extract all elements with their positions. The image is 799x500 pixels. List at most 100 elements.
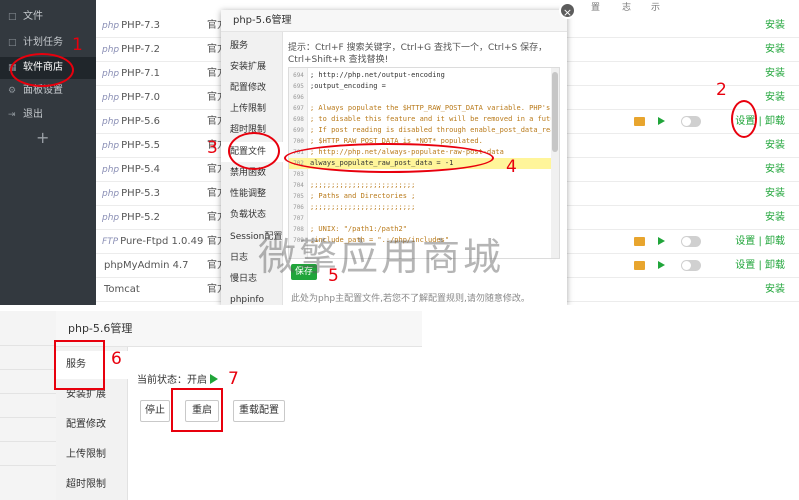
- code-line: 699; If post reading is disabled through…: [293, 126, 551, 134]
- editor-scrollbar[interactable]: [551, 68, 559, 258]
- php-logo-icon: php: [102, 165, 120, 175]
- annotation-circle-1: [10, 53, 74, 87]
- code-line: 707: [293, 215, 304, 222]
- software-name: php PHP-5.5: [102, 140, 161, 151]
- software-name: php PHP-7.3: [102, 20, 161, 31]
- software-name: php PHP-5.6: [102, 116, 161, 127]
- annotation-number-2: 2: [716, 80, 727, 100]
- install-link[interactable]: 安装: [765, 86, 785, 110]
- install-link[interactable]: 安装: [765, 206, 785, 230]
- column-header: 示: [651, 3, 661, 13]
- modal-nav-performance[interactable]: 性能调整: [221, 184, 283, 204]
- bottom-panel-screenshot: php-5.6管理 服务 安装扩展 配置修改 上传限制 超时限制 当前状态：开启…: [0, 311, 422, 500]
- php-logo-icon: php: [102, 21, 120, 31]
- modal-nav-config-modify[interactable]: 配置修改: [56, 411, 128, 439]
- modal-nav-upload-limit[interactable]: 上传限制: [221, 99, 283, 119]
- install-link[interactable]: 安装: [765, 38, 785, 62]
- install-link[interactable]: 安装: [765, 62, 785, 86]
- background-strip: [0, 311, 56, 500]
- play-icon[interactable]: [658, 261, 665, 269]
- service-status: 当前状态：开启: [137, 371, 218, 386]
- annotation-ellipse-4: [284, 143, 494, 173]
- php-logo-icon: php: [102, 189, 120, 199]
- logout-icon: ⇥: [8, 110, 16, 120]
- annotation-number-6: 6: [111, 349, 122, 369]
- modal-nav-phpinfo[interactable]: phpinfo: [221, 290, 283, 305]
- php-logo-icon: php: [102, 117, 120, 127]
- running-icon: [210, 374, 218, 384]
- folder-icon[interactable]: [634, 117, 645, 126]
- code-line: 695 ;output_encoding =: [293, 82, 386, 90]
- software-name: Tomcat: [104, 284, 140, 295]
- close-icon[interactable]: ×: [559, 2, 576, 19]
- row-controls: [634, 260, 734, 271]
- reload-config-button[interactable]: 重载配置: [233, 400, 285, 422]
- modal-nav-timeout-limit[interactable]: 超时限制: [56, 471, 128, 499]
- row-controls: [634, 116, 734, 127]
- annotation-number-7: 7: [228, 369, 239, 389]
- annotation-box-6: [54, 340, 105, 390]
- clock-icon: □: [8, 38, 17, 48]
- modal-title: php-5.6管理: [221, 10, 567, 32]
- software-name: php PHP-5.3: [102, 188, 161, 199]
- code-line: 696: [293, 94, 304, 101]
- annotation-number-5: 5: [328, 266, 339, 286]
- play-icon[interactable]: [658, 117, 665, 125]
- annotation-circle-2: [731, 100, 757, 138]
- install-link[interactable]: 安装: [765, 134, 785, 158]
- top-panel-screenshot: □ 文件 □ 计划任务 ▦ 软件商店 ⚙ 面板设置 ⇥ 退出 + 置 志 示 php PHP…: [0, 0, 799, 305]
- software-name: FTP Pure-Ftpd 1.0.49: [102, 236, 204, 247]
- annotation-number-3: 3: [207, 138, 218, 158]
- play-icon[interactable]: [658, 237, 665, 245]
- add-icon[interactable]: +: [36, 128, 49, 147]
- install-link[interactable]: 安装: [765, 158, 785, 182]
- annotation-number-4: 4: [506, 157, 517, 177]
- sidebar-item-logout[interactable]: ⇥ 退出: [0, 104, 96, 126]
- editor-hint: 提示：Ctrl+F 搜索关键字，Ctrl+G 查找下一个，Ctrl+S 保存，C…: [288, 43, 548, 65]
- software-name: php PHP-7.2: [102, 44, 161, 55]
- settings-uninstall-link[interactable]: 设置 | 卸载: [735, 230, 785, 254]
- folder-icon[interactable]: [634, 237, 645, 246]
- code-line: 706;;;;;;;;;;;;;;;;;;;;;;;;;: [293, 203, 416, 211]
- column-header: 志: [622, 3, 632, 13]
- php-logo-icon: php: [102, 213, 120, 223]
- folder-icon[interactable]: [634, 261, 645, 270]
- home-display-toggle[interactable]: [681, 236, 701, 247]
- code-line: 698; to disable this feature and it will…: [293, 115, 551, 123]
- modal-nav-service[interactable]: 服务: [221, 36, 283, 56]
- column-header: 置: [591, 3, 601, 13]
- screenshot: □ 文件 □ 计划任务 ▦ 软件商店 ⚙ 面板设置 ⇥ 退出 + 置 志 示 php PHP…: [0, 0, 799, 500]
- gear-icon: ⚙: [8, 86, 17, 96]
- config-warning-note: 此处为php主配置文件,若您不了解配置规则,请勿随意修改。: [291, 294, 530, 304]
- home-display-toggle[interactable]: [681, 260, 701, 271]
- ftp-logo-icon: FTP: [102, 237, 119, 247]
- annotation-circle-3: [228, 132, 280, 170]
- code-line: 705; Paths and Directories ;: [293, 192, 416, 200]
- watermark: 微擎应用商城: [258, 235, 505, 279]
- code-line: 697; Always populate the $HTTP_RAW_POST_…: [293, 104, 551, 112]
- modal-title: php-5.6管理: [56, 311, 422, 347]
- modal-nav-extensions[interactable]: 安装扩展: [221, 57, 283, 77]
- stop-button[interactable]: 停止: [140, 400, 170, 422]
- scrollbar-thumb[interactable]: [552, 72, 558, 152]
- folder-icon: □: [8, 12, 17, 22]
- install-link[interactable]: 安装: [765, 14, 785, 38]
- sidebar-item-files[interactable]: □ 文件: [0, 6, 96, 28]
- modal-nav-config-modify[interactable]: 配置修改: [221, 78, 283, 98]
- row-controls: [634, 236, 734, 247]
- php-logo-icon: php: [102, 69, 120, 79]
- software-name: phpMyAdmin 4.7: [104, 260, 189, 271]
- home-display-toggle[interactable]: [681, 116, 701, 127]
- modal-nav-load-status[interactable]: 负载状态: [221, 205, 283, 225]
- annotation-number-1: 1: [72, 35, 83, 55]
- settings-uninstall-link[interactable]: 设置 | 卸载: [735, 254, 785, 278]
- software-name: php PHP-7.1: [102, 68, 161, 79]
- code-line: 694; http://php.net/output-encoding: [293, 71, 445, 79]
- annotation-box-7: [171, 388, 223, 432]
- software-name: php PHP-7.0: [102, 92, 161, 103]
- install-link[interactable]: 安装: [765, 278, 785, 302]
- php-logo-icon: php: [102, 45, 120, 55]
- code-line: 704;;;;;;;;;;;;;;;;;;;;;;;;;: [293, 181, 416, 189]
- install-link[interactable]: 安装: [765, 182, 785, 206]
- modal-nav-upload-limit[interactable]: 上传限制: [56, 441, 128, 469]
